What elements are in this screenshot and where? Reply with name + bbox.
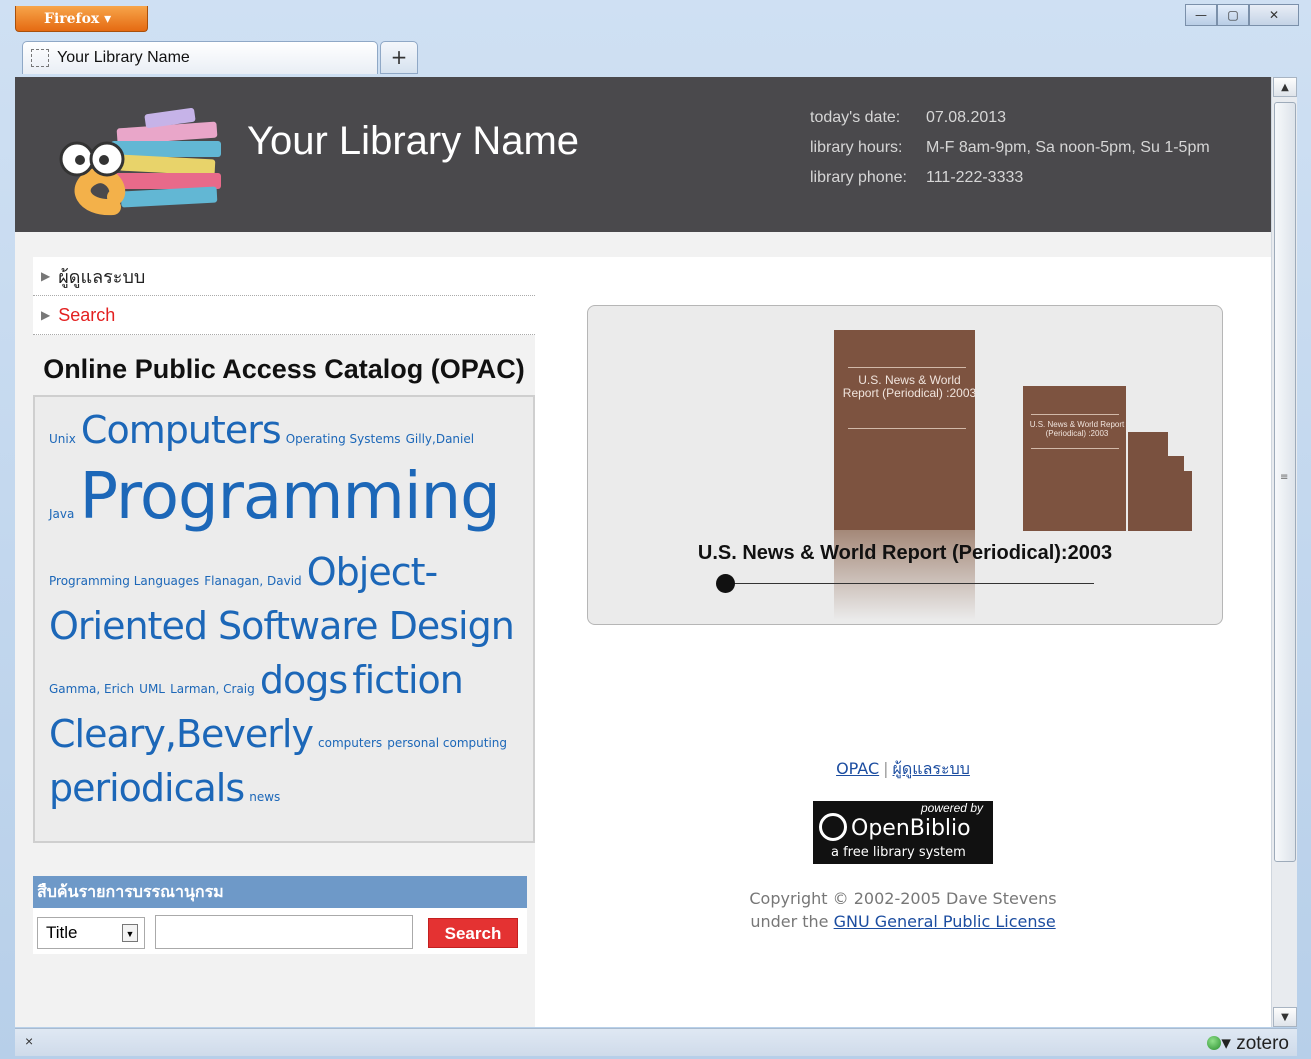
copyright-notice: Copyright © 2002-2005 Dave Stevens under…: [535, 887, 1271, 933]
date-label: today's date:: [810, 109, 901, 126]
search-form: Title ▼ Search: [33, 908, 527, 954]
library-bookworm-logo-icon: [59, 107, 221, 216]
tag-link[interactable]: news: [249, 790, 280, 804]
tag-link[interactable]: UML: [139, 682, 165, 696]
tag-link[interactable]: Object-Oriented Software Design: [49, 550, 515, 648]
copyright-text: Copyright © 2002-2005 Dave Stevens: [749, 889, 1057, 908]
close-status-icon[interactable]: ×: [25, 1033, 33, 1049]
carousel-slider-track[interactable]: [726, 583, 1094, 584]
nav-item-label: ผู้ดูแลระบบ: [58, 266, 146, 287]
hours-value: M-F 8am-9pm, Sa noon-5pm, Su 1-5pm: [926, 139, 1210, 156]
book-cover-title-small: U.S. News & World Report (Periodical) :2…: [1029, 420, 1125, 438]
double-chevron-right-icon: ▶: [41, 269, 51, 283]
cover-rule: [848, 367, 966, 368]
search-heading: สืบค้นรายการบรรณานุกรม: [33, 876, 527, 908]
openbiblio-tagline: a free library system: [831, 845, 966, 860]
tag-link[interactable]: Computers: [81, 408, 282, 452]
openbiblio-text: OpenBiblio: [851, 816, 971, 841]
zotero-label: zotero: [1236, 1033, 1289, 1054]
footer-separator: |: [883, 759, 889, 778]
tag-link[interactable]: Cleary,Beverly: [49, 712, 314, 756]
right-column: U.S. News & World Report (Periodical) :2…: [535, 257, 1271, 1027]
tag-cloud: Unix Computers Operating Systems Gilly,D…: [33, 395, 535, 843]
license-link[interactable]: GNU General Public License: [834, 912, 1056, 931]
scroll-down-arrow-icon[interactable]: ▼: [1273, 1007, 1297, 1027]
phone-value: 111-222-3333: [926, 169, 1024, 186]
zotero-button[interactable]: ▾ zotero: [1207, 1032, 1289, 1055]
firefox-menu-label: Firefox: [44, 11, 100, 27]
window-controls: — ▢ ✕: [1185, 4, 1299, 26]
tab-title: Your Library Name: [57, 49, 190, 66]
carousel-caption: U.S. News & World Report (Periodical):20…: [697, 542, 1113, 564]
cover-rule: [1031, 414, 1119, 415]
tag-link[interactable]: Gilly,Daniel: [406, 432, 474, 446]
library-info: today's date: 07.08.2013 library hours: M-…: [810, 103, 1210, 193]
search-field-select[interactable]: Title ▼: [37, 917, 145, 949]
tab-bar: Your Library Name +: [15, 38, 1300, 76]
nav-item-admin[interactable]: ▶ ผู้ดูแลระบบ: [33, 257, 535, 296]
powered-by-text: powered by: [920, 801, 983, 815]
new-tab-button[interactable]: +: [380, 41, 418, 74]
catalog-search-box: สืบค้นรายการบรรณานุกรม Title ▼ Search: [33, 876, 527, 954]
book-cover-main[interactable]: U.S. News & World Report (Periodical) :2…: [834, 330, 977, 530]
tag-link[interactable]: fiction: [352, 658, 464, 702]
carousel-slider-handle[interactable]: [716, 574, 735, 593]
cover-rule: [1031, 448, 1119, 449]
book-cover-stack: [1128, 432, 1168, 531]
site-header: Your Library Name today's date: 07.08.201…: [15, 77, 1271, 232]
close-window-button[interactable]: ✕: [1249, 4, 1299, 26]
maximize-button[interactable]: ▢: [1217, 4, 1249, 26]
book-cover-secondary[interactable]: U.S. News & World Report (Periodical) :2…: [1023, 386, 1126, 531]
tag-link[interactable]: Programming: [79, 460, 500, 534]
blank-page-icon: [31, 49, 49, 67]
tag-link[interactable]: Programming Languages: [49, 574, 199, 588]
search-button[interactable]: Search: [428, 918, 518, 948]
tag-link[interactable]: Unix: [49, 432, 76, 446]
openbiblio-badge[interactable]: powered by OpenBiblio a free library sys…: [813, 801, 993, 864]
tag-link[interactable]: Gamma, Erich: [49, 682, 134, 696]
phone-label: library phone:: [810, 169, 907, 186]
tag-link[interactable]: Flanagan, David: [204, 574, 301, 588]
footer-link-admin[interactable]: ผู้ดูแลระบบ: [893, 759, 970, 778]
tag-link[interactable]: Java: [49, 507, 74, 521]
scroll-up-arrow-icon[interactable]: ▲: [1273, 77, 1297, 97]
openbiblio-logo-icon: [819, 813, 847, 841]
site-title: Your Library Name: [247, 119, 580, 163]
vertical-scrollbar[interactable]: ▲ ≡ ▼: [1271, 77, 1297, 1027]
tag-link[interactable]: Larman, Craig: [170, 682, 255, 696]
dropdown-arrow-icon: ▼: [122, 924, 138, 942]
book-cover-title: U.S. News & World Report (Periodical) :2…: [842, 373, 977, 400]
firefox-menu-button[interactable]: Firefox ▾: [15, 6, 148, 32]
scrollbar-grip-icon: ≡: [1280, 472, 1289, 483]
license-prefix: under the: [750, 912, 829, 931]
tab-library[interactable]: Your Library Name: [22, 41, 378, 74]
nav-item-search[interactable]: ▶ Search: [33, 296, 535, 335]
tag-link[interactable]: periodicals: [49, 766, 245, 810]
cover-rule: [848, 428, 966, 429]
new-items-carousel[interactable]: U.S. News & World Report (Periodical) :2…: [587, 305, 1223, 625]
search-field-value: Title: [46, 923, 78, 942]
status-bar: × ▾ zotero: [15, 1028, 1297, 1056]
hours-label: library hours:: [810, 139, 903, 156]
nav-item-label: Search: [58, 304, 116, 325]
footer-links: OPAC | ผู้ดูแลระบบ: [535, 757, 1271, 782]
tag-link[interactable]: Operating Systems: [286, 432, 401, 446]
minimize-button[interactable]: —: [1185, 4, 1217, 26]
browser-window: Firefox ▾ — ▢ ✕ Your Library Name + Your…: [0, 0, 1311, 1059]
opac-title: Online Public Access Catalog (OPAC): [43, 354, 525, 384]
footer-link-opac[interactable]: OPAC: [836, 759, 879, 778]
tag-link[interactable]: personal computing: [387, 736, 507, 750]
tag-link[interactable]: computers: [318, 736, 382, 750]
search-input[interactable]: [155, 915, 413, 949]
page-viewport: Your Library Name today's date: 07.08.201…: [15, 77, 1271, 1027]
left-column: ▶ ผู้ดูแลระบบ ▶ Search Online Public Acc…: [33, 257, 535, 954]
globe-icon: [1207, 1036, 1222, 1050]
date-value: 07.08.2013: [926, 109, 1007, 126]
tag-link[interactable]: dogs: [260, 658, 348, 702]
double-chevron-right-icon: ▶: [41, 308, 51, 322]
